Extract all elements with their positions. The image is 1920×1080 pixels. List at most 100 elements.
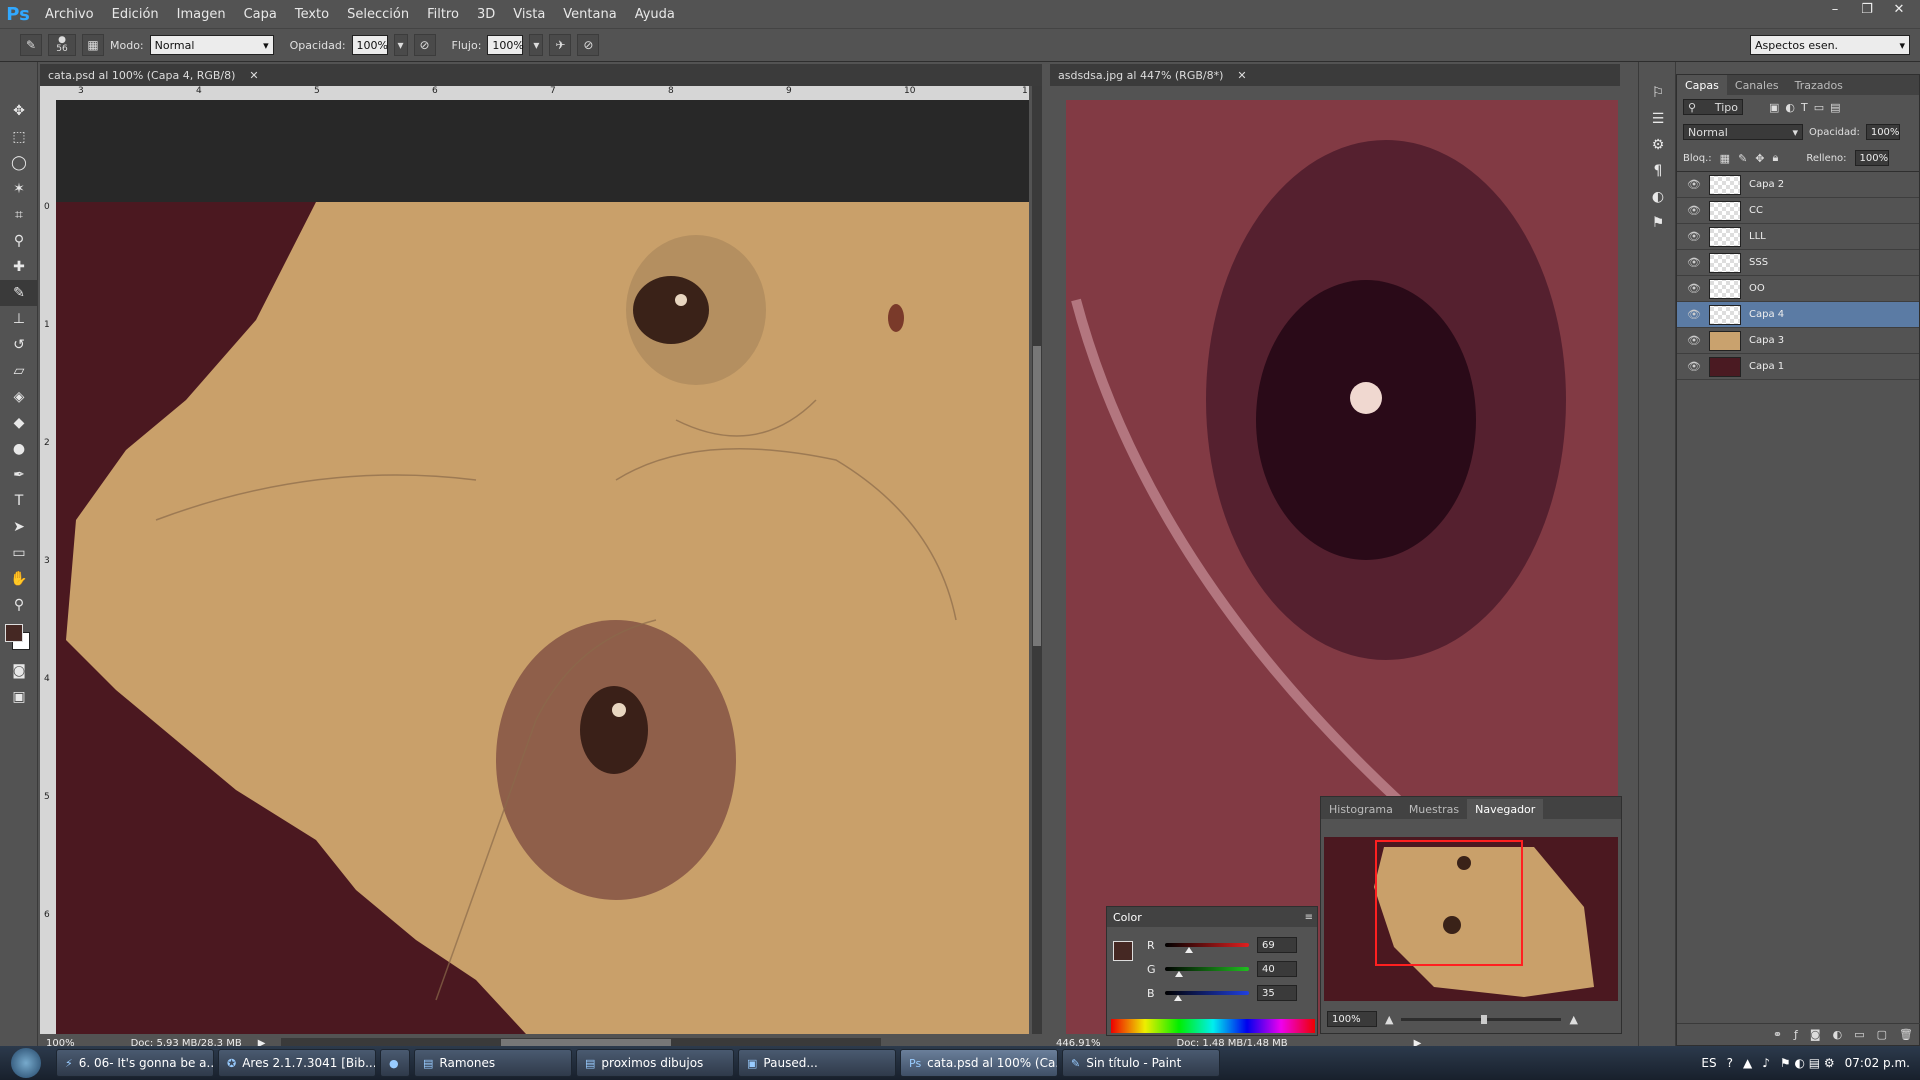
workspace-select[interactable]: Aspectos esen. ▾ [1750, 35, 1910, 55]
screen-mode-icon[interactable]: ▣ [0, 684, 38, 710]
move-tool-icon[interactable]: ✥ [0, 98, 38, 124]
lock-transparency-icon[interactable]: ▦ [1720, 152, 1730, 165]
healing-brush-tool-icon[interactable]: ✚ [0, 254, 38, 280]
foreground-color-swatch[interactable] [5, 624, 23, 642]
zoom-tool-icon[interactable]: ⚲ [0, 592, 38, 618]
brush-tool-preset-icon[interactable]: ✎ [20, 34, 42, 56]
lock-all-icon[interactable]: 🔒︎ [1773, 151, 1779, 165]
history-brush-tool-icon[interactable]: ↺ [0, 332, 38, 358]
menu-archivo[interactable]: Archivo [36, 7, 103, 22]
pixel-filter-icon[interactable]: ▣ [1769, 101, 1779, 114]
blend-mode-select[interactable]: Normal ▾ [1683, 124, 1803, 140]
visibility-eye-icon[interactable]: 👁︎ [1687, 230, 1701, 243]
channel-value-field[interactable]: 35 [1257, 985, 1297, 1001]
taskbar-button[interactable]: ✎ Sin título - Paint [1062, 1049, 1220, 1077]
layer-row[interactable]: 👁︎ OO [1677, 276, 1919, 302]
tab-capas[interactable]: Capas [1677, 75, 1727, 95]
properties-panel-icon[interactable]: ⚙ [1639, 132, 1677, 158]
color-spectrum-bar[interactable] [1111, 1019, 1315, 1033]
channel-value-field[interactable]: 69 [1257, 937, 1297, 953]
fill-field[interactable]: 100% [1854, 150, 1889, 166]
taskbar-button[interactable]: ⚡ 6. 06- It's gonna be a... [56, 1049, 214, 1077]
link-layers-icon[interactable]: ⚭ [1773, 1028, 1782, 1041]
visibility-eye-icon[interactable]: 👁︎ [1687, 360, 1701, 373]
document-tab-2[interactable]: asdsdsa.jpg al 447% (RGB/8*) ✕ [1050, 64, 1620, 86]
paint-bucket-tool-icon[interactable]: ◈ [0, 384, 38, 410]
stamp-tool-icon[interactable]: ⊥ [0, 306, 38, 332]
channel-slider-thumb[interactable] [1184, 947, 1193, 953]
layer-row[interactable]: 👁︎ Capa 1 [1677, 354, 1919, 380]
type-tool-icon[interactable]: T [0, 488, 38, 514]
opacity-field[interactable]: 100% [351, 35, 388, 55]
pressure-size-icon[interactable]: ⊘ [577, 34, 600, 56]
clock[interactable]: 07:02 p.m. [1845, 1056, 1910, 1070]
menu-filtro[interactable]: Filtro [418, 7, 468, 22]
eyedropper-tool-icon[interactable]: ⚲ [0, 228, 38, 254]
quick-mask-icon[interactable]: ◙ [0, 658, 38, 684]
actions-panel-icon[interactable]: ⚑ [1639, 210, 1677, 236]
pressure-opacity-icon[interactable]: ⊘ [413, 34, 436, 56]
layer-opacity-field[interactable]: 100% [1865, 124, 1900, 140]
new-layer-icon[interactable]: ▢ [1877, 1028, 1887, 1041]
visibility-eye-icon[interactable]: 👁︎ [1687, 334, 1701, 347]
new-group-icon[interactable]: ▭ [1854, 1028, 1864, 1041]
brush-size-picker[interactable]: ● 56 [48, 34, 76, 56]
history-panel-icon[interactable]: ⚐ [1639, 80, 1677, 106]
menu-imagen[interactable]: Imagen [168, 7, 235, 22]
lock-position-icon[interactable]: ✥ [1755, 152, 1764, 165]
add-mask-icon[interactable]: ◙ [1810, 1028, 1821, 1041]
close-tab-icon[interactable]: ✕ [1237, 69, 1246, 82]
character-panel-icon[interactable]: ¶ [1639, 158, 1677, 184]
layer-row[interactable]: 👁︎ SSS [1677, 250, 1919, 276]
crop-tool-icon[interactable]: ⌗ [0, 202, 38, 228]
layer-row[interactable]: 👁︎ CC [1677, 198, 1919, 224]
tab-canales[interactable]: Canales [1727, 75, 1787, 95]
document-canvas-1[interactable] [56, 100, 1029, 1034]
blur-tool-icon[interactable]: ◆ [0, 410, 38, 436]
panel-menu-icon[interactable]: ≡ [1305, 912, 1313, 923]
layer-row[interactable]: 👁︎ Capa 2 [1677, 172, 1919, 198]
navigator-preview[interactable] [1324, 837, 1618, 1001]
taskbar-button[interactable]: ▤ Ramones [414, 1049, 572, 1077]
start-button[interactable] [0, 1046, 52, 1080]
scroll-thumb[interactable] [1033, 346, 1041, 646]
tab-trazados[interactable]: Trazados [1787, 75, 1851, 95]
menu-edici-n[interactable]: Edición [103, 7, 168, 22]
mode-select[interactable]: Normal ▾ [149, 35, 274, 55]
shape-filter-icon[interactable]: ▭ [1814, 101, 1824, 114]
taskbar-button[interactable]: ▤ proximos dibujos [576, 1049, 734, 1077]
tab-navegador[interactable]: Navegador [1467, 799, 1544, 819]
airbrush-icon[interactable]: ✈ [549, 34, 572, 56]
network-icon[interactable]: ▲ [1743, 1056, 1752, 1070]
flow-slider-toggle[interactable]: ▾ [529, 34, 544, 56]
taskbar-button[interactable]: Ps cata.psd al 100% (Ca... [900, 1049, 1058, 1077]
menu-capa[interactable]: Capa [235, 7, 286, 22]
tab-muestras[interactable]: Muestras [1401, 799, 1467, 819]
zoom-in-icon[interactable]: ▲ [1569, 1013, 1577, 1026]
close-button[interactable]: ✕ [1884, 0, 1914, 18]
minimize-button[interactable]: – [1820, 0, 1850, 18]
opacity-slider-toggle[interactable]: ▾ [393, 34, 408, 56]
visibility-eye-icon[interactable]: 👁︎ [1687, 256, 1701, 269]
menu-3d[interactable]: 3D [468, 7, 504, 22]
document-tab-1[interactable]: cata.psd al 100% (Capa 4, RGB/8) ✕ [40, 64, 1042, 86]
menu-vista[interactable]: Vista [504, 7, 554, 22]
layer-filter-select[interactable]: ⚲ Tipo [1683, 99, 1743, 115]
zoom-slider-thumb[interactable] [1481, 1014, 1488, 1024]
close-tab-icon[interactable]: ✕ [249, 69, 258, 82]
smart-object-filter-icon[interactable]: ▤ [1830, 101, 1840, 114]
restore-button[interactable]: ❐ [1852, 0, 1882, 18]
help-icon[interactable]: ? [1727, 1056, 1733, 1070]
channel-slider-thumb[interactable] [1173, 995, 1182, 1001]
eraser-tool-icon[interactable]: ▱ [0, 358, 38, 384]
visibility-eye-icon[interactable]: 👁︎ [1687, 178, 1701, 191]
dodge-tool-icon[interactable]: ● [0, 436, 38, 462]
menu-selecci-n[interactable]: Selección [338, 7, 418, 22]
navigator-zoom-slider[interactable] [1401, 1014, 1562, 1024]
type-filter-icon[interactable]: T [1801, 101, 1808, 114]
marquee-tool-icon[interactable]: ⬚ [0, 124, 38, 150]
rectangle-tool-icon[interactable]: ▭ [0, 540, 38, 566]
adjustment-filter-icon[interactable]: ◐ [1785, 101, 1795, 114]
language-indicator[interactable]: ES [1701, 1056, 1716, 1070]
visibility-eye-icon[interactable]: 👁︎ [1687, 282, 1701, 295]
